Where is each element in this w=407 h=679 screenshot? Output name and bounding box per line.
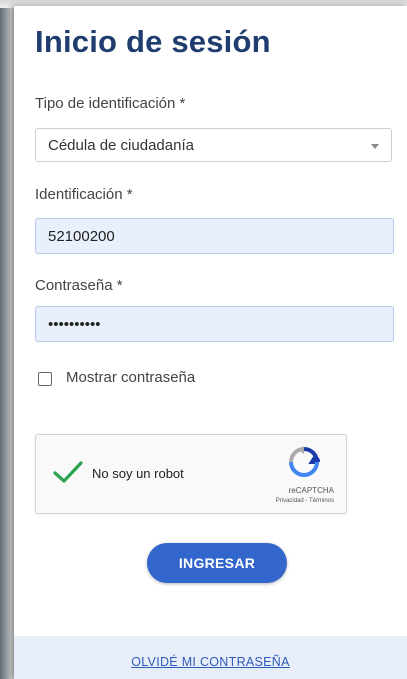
show-password-label[interactable]: Mostrar contraseña (66, 369, 195, 386)
window-frame-left (0, 0, 12, 679)
footer-bar: OLVIDÉ MI CONTRASEÑA (14, 636, 407, 679)
checkmark-icon[interactable] (53, 461, 83, 483)
recaptcha-logo-icon (289, 446, 320, 477)
show-password-checkbox[interactable] (38, 372, 52, 386)
login-panel: Inicio de sesión Tipo de identificación … (14, 6, 407, 679)
identification-label: Identificación * (35, 186, 133, 203)
recaptcha-terms[interactable]: Privacidad - Términos (276, 498, 334, 504)
recaptcha-widget[interactable]: No soy un robot reCAPTCHA Privacidad - T… (35, 434, 347, 514)
password-input[interactable] (35, 306, 394, 342)
id-type-label: Tipo de identificación * (35, 95, 186, 112)
submit-button[interactable]: INGRESAR (147, 543, 287, 583)
page-title: Inicio de sesión (35, 24, 271, 59)
forgot-password-link[interactable]: OLVIDÉ MI CONTRASEÑA (14, 655, 407, 669)
id-type-select[interactable]: Cédula de ciudadanía (35, 128, 392, 162)
id-type-selected-value: Cédula de ciudadanía (48, 137, 194, 154)
recaptcha-label: No soy un robot (92, 466, 184, 481)
identification-input[interactable] (35, 218, 394, 254)
password-label: Contraseña * (35, 277, 123, 294)
recaptcha-brand: reCAPTCHA (288, 486, 334, 495)
chevron-down-icon (371, 144, 379, 149)
